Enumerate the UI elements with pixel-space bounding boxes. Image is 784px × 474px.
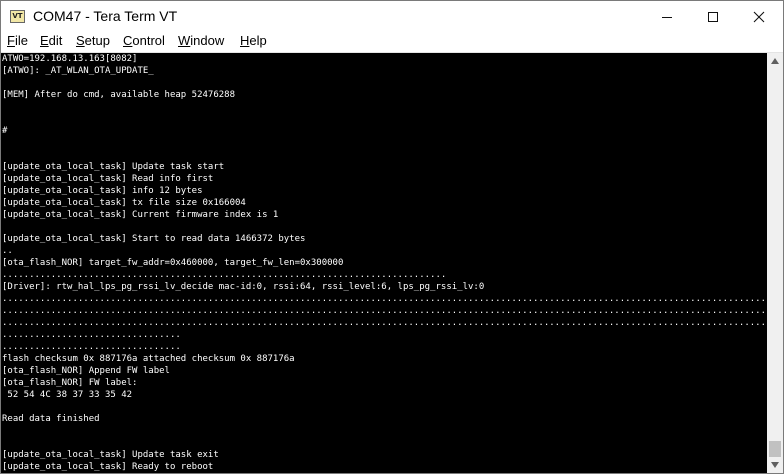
menu-window-mnemonic: W bbox=[178, 33, 191, 48]
terminal-line: [update_ota_local_task] Current firmware… bbox=[2, 210, 279, 220]
scroll-down-arrow-icon bbox=[771, 462, 779, 468]
terminal-line: [ota_flash_NOR] target_fw_addr=0x460000,… bbox=[2, 258, 344, 268]
terminal-line: ........................................… bbox=[2, 318, 767, 328]
terminal-line: [update_ota_local_task] tx file size 0x1… bbox=[2, 198, 246, 208]
terminal-line: ................................. bbox=[2, 330, 181, 340]
menu-edit-label: dit bbox=[48, 33, 63, 48]
terminal-line: [update_ota_local_task] Ready to reboot bbox=[2, 462, 214, 472]
menu-help-mnemonic: H bbox=[240, 33, 250, 48]
terminal-line: Read data finished bbox=[2, 414, 100, 424]
menu-edit[interactable]: Edit bbox=[40, 33, 62, 48]
title-bar[interactable]: VT COM47 - Tera Term VT bbox=[1, 1, 783, 32]
menu-setup-label: etup bbox=[84, 33, 110, 48]
menu-window-label: indow bbox=[190, 33, 225, 48]
terminal-line: ........................................… bbox=[2, 270, 447, 280]
menu-file-mnemonic: F bbox=[7, 33, 15, 48]
terminal-line: [ota_flash_NOR] Append FW label bbox=[2, 366, 170, 376]
terminal-line: ATWO=192.168.13.163[8082] bbox=[2, 54, 138, 64]
menu-control-label: ontrol bbox=[132, 33, 165, 48]
vertical-scrollbar[interactable] bbox=[767, 53, 783, 473]
terminal-line: [ATWO]: _AT_WLAN_OTA_UPDATE_ bbox=[2, 66, 154, 76]
scroll-thumb[interactable] bbox=[769, 441, 781, 457]
terminal-line: # bbox=[2, 126, 8, 136]
terminal-output[interactable]: ATWO=192.168.13.163[8082] [ATWO]: _AT_WLA… bbox=[1, 53, 767, 473]
terminal-line: flash checksum 0x 887176a attached check… bbox=[2, 354, 295, 364]
menu-control-mnemonic: C bbox=[123, 33, 133, 48]
tera-term-window: VT COM47 - Tera Term VT File Edit Setup … bbox=[0, 0, 784, 474]
vt-app-icon[interactable]: VT bbox=[10, 10, 25, 23]
terminal-line: [MEM] After do cmd, available heap 52476… bbox=[2, 90, 235, 100]
menu-help[interactable]: Help bbox=[240, 33, 267, 48]
terminal-line: 52 54 4C 38 37 33 35 42 bbox=[2, 390, 133, 400]
scroll-down-button[interactable] bbox=[767, 457, 783, 473]
menu-file-label: ile bbox=[14, 33, 28, 48]
terminal-line: .. bbox=[2, 246, 13, 256]
terminal-line: ........................................… bbox=[2, 294, 767, 304]
maximize-icon bbox=[708, 11, 718, 22]
terminal-line: ................................. bbox=[2, 342, 181, 352]
window-title: COM47 - Tera Term VT bbox=[33, 8, 178, 24]
scroll-up-button[interactable] bbox=[767, 53, 783, 69]
terminal-line: ........................................… bbox=[2, 306, 767, 316]
menu-bar: File Edit Setup Control Window Help bbox=[1, 32, 783, 53]
menu-setup-mnemonic: S bbox=[76, 33, 85, 48]
terminal-line: [update_ota_local_task] Start to read da… bbox=[2, 234, 306, 244]
menu-file[interactable]: File bbox=[7, 33, 28, 48]
close-button[interactable] bbox=[736, 1, 782, 32]
menu-help-label: elp bbox=[249, 33, 267, 48]
menu-edit-mnemonic: E bbox=[40, 33, 49, 48]
terminal-line: [update_ota_local_task] info 12 bytes bbox=[2, 186, 203, 196]
terminal-line: [ota_flash_NOR] FW label: bbox=[2, 378, 138, 388]
terminal-line: [update_ota_local_task] Read info first bbox=[2, 174, 214, 184]
menu-control[interactable]: Control bbox=[123, 33, 165, 48]
terminal-text: ATWO=192.168.13.163[8082] [ATWO]: _AT_WLA… bbox=[1, 53, 767, 473]
scroll-up-arrow-icon bbox=[771, 58, 779, 64]
terminal-line: [update_ota_local_task] Update task exit bbox=[2, 450, 219, 460]
terminal-line: [Driver]: rtw_hal_lps_pg_rssi_lv_decide … bbox=[2, 282, 485, 292]
close-icon bbox=[753, 11, 765, 22]
terminal-line: [update_ota_local_task] Update task star… bbox=[2, 162, 225, 172]
minimize-button[interactable] bbox=[644, 1, 690, 32]
menu-setup[interactable]: Setup bbox=[76, 33, 110, 48]
menu-window[interactable]: Window bbox=[178, 33, 224, 48]
maximize-button[interactable] bbox=[690, 1, 736, 32]
minimize-icon bbox=[662, 16, 672, 18]
